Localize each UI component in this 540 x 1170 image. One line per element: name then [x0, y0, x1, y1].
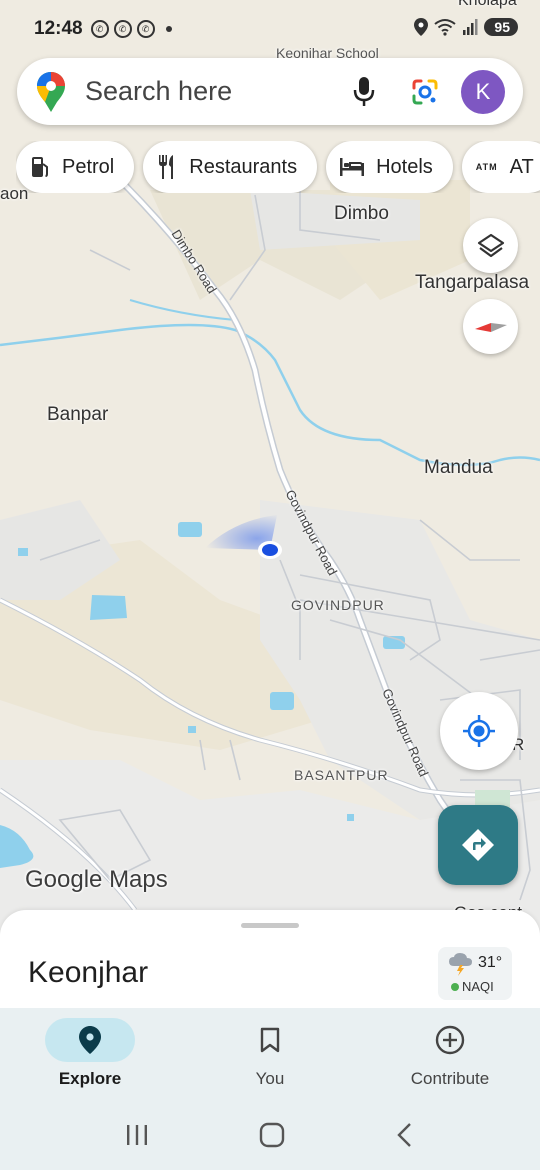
chip-petrol[interactable]: Petrol — [16, 141, 135, 193]
nav-you[interactable]: You — [180, 1008, 360, 1100]
search-bar[interactable]: Search here K — [17, 58, 523, 125]
nav-you-pill — [225, 1018, 315, 1062]
location-status-icon — [414, 18, 429, 36]
whatsapp-icon-2: ✆ — [136, 20, 155, 38]
microphone-icon[interactable] — [353, 76, 375, 107]
notification-icons: ✆ ✆ ✆ — [90, 20, 172, 38]
chip-label: Restaurants — [189, 155, 298, 178]
home-icon[interactable] — [259, 1122, 285, 1148]
add-circle-icon — [435, 1025, 465, 1055]
category-chips: Petrol Restaurants Hotels ATM AT — [16, 141, 540, 193]
nav-label: Contribute — [410, 1069, 490, 1088]
explore-pin-icon — [79, 1026, 101, 1054]
map-label-basantpur[interactable]: BASANTPUR — [294, 767, 389, 783]
watermark-google: Google — [25, 866, 103, 893]
aqi-label: NAQI — [462, 979, 494, 994]
status-time: 12:48 — [34, 18, 83, 39]
map-label-mandua[interactable]: Mandua — [424, 457, 493, 479]
map-label-tangarpalasa[interactable]: Tangarpalasa — [415, 272, 529, 294]
nav-explore[interactable]: Explore — [0, 1008, 180, 1100]
chip-restaurants[interactable]: Restaurants — [143, 141, 318, 193]
thunderstorm-icon — [449, 953, 472, 976]
nav-contribute-pill — [405, 1018, 495, 1062]
back-icon[interactable] — [395, 1122, 415, 1148]
chip-label: Petrol — [62, 155, 115, 178]
atm-icon: ATM — [475, 162, 498, 172]
map-label-banpar[interactable]: Banpar — [47, 404, 108, 426]
chip-atm[interactable]: ATM AT — [461, 141, 540, 193]
bottom-navigation: Explore You Contribute — [0, 1008, 540, 1100]
signal-icon — [463, 19, 478, 35]
account-avatar[interactable]: K — [461, 69, 505, 114]
map-label-dimbo[interactable]: Dimbo — [334, 203, 389, 225]
temperature: 31° — [478, 954, 503, 971]
more-notifications-dot — [165, 26, 172, 32]
fuel-icon — [32, 157, 48, 177]
recent-apps-icon[interactable] — [125, 1123, 149, 1147]
air-quality: NAQI — [451, 979, 494, 994]
aqi-status-dot — [451, 982, 459, 991]
whatsapp-icon: ✆ — [113, 20, 132, 38]
wifi-icon — [434, 19, 457, 36]
layers-icon — [477, 233, 504, 257]
bookmark-icon — [260, 1027, 280, 1053]
place-title: Keonjhar — [28, 956, 149, 989]
sheet-drag-handle[interactable] — [241, 923, 299, 928]
status-bar: 12:48 ✆ ✆ ✆ 95 — [0, 0, 540, 58]
layers-button[interactable] — [463, 218, 518, 273]
compass-button[interactable] — [463, 299, 518, 354]
google-maps-watermark: Google Maps — [25, 866, 168, 894]
nav-label: You — [255, 1069, 285, 1088]
my-location-icon — [463, 715, 495, 747]
directions-icon — [462, 829, 494, 861]
current-location-marker — [205, 510, 295, 570]
chip-label: AT — [509, 155, 534, 178]
call-notification-icon: ✆ — [90, 20, 109, 38]
search-input[interactable]: Search here — [85, 76, 353, 107]
compass-icon — [474, 322, 507, 332]
chip-label: Hotels — [376, 155, 433, 178]
directions-button[interactable] — [438, 805, 518, 885]
bottom-sheet[interactable]: Keonjhar 31° NAQI — [0, 910, 540, 1010]
map-label-govindpur[interactable]: GOVINDPUR — [291, 597, 385, 613]
hotel-icon — [340, 158, 365, 176]
system-navigation-bar — [0, 1100, 540, 1170]
weather-widget[interactable]: 31° NAQI — [438, 947, 512, 1000]
watermark-maps: Maps — [109, 866, 168, 893]
my-location-button[interactable] — [440, 692, 518, 770]
system-status: 95 — [414, 18, 518, 36]
chip-hotels[interactable]: Hotels — [326, 141, 453, 193]
nav-contribute[interactable]: Contribute — [360, 1008, 540, 1100]
nav-explore-pill — [45, 1018, 135, 1062]
restaurant-icon — [159, 155, 174, 179]
google-maps-pin-icon — [37, 71, 65, 112]
nav-label: Explore — [58, 1069, 122, 1088]
google-lens-icon[interactable] — [411, 78, 439, 106]
battery-indicator: 95 — [484, 18, 518, 36]
